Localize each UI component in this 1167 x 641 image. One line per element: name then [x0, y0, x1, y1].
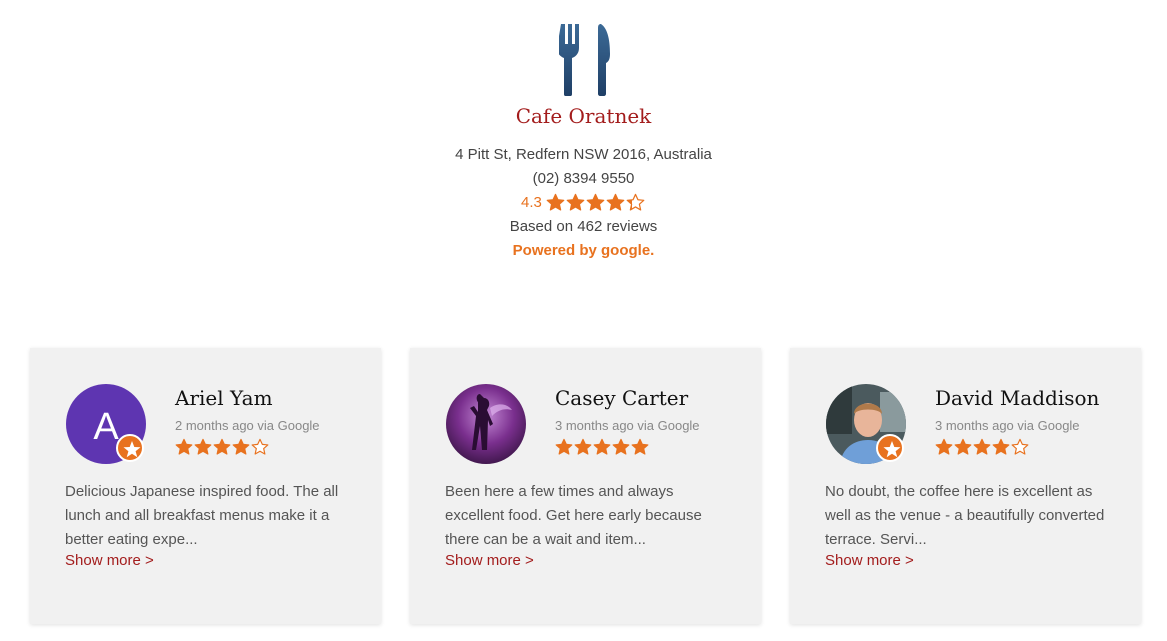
- rating-value: 4.3: [520, 194, 542, 211]
- avatar-letter: A: [93, 406, 119, 448]
- review-count: Based on 462 reviews: [509, 218, 658, 235]
- star-filled-icon: [606, 193, 625, 211]
- star-filled-icon: [175, 438, 193, 455]
- badge-star-icon: [876, 434, 904, 462]
- business-phone: (02) 8394 9550: [532, 170, 635, 187]
- show-more-link[interactable]: Show more >: [445, 552, 534, 569]
- review-stars: [555, 438, 650, 461]
- reviewer-name: David Maddison: [935, 386, 1100, 410]
- review-meta: 2 months ago via Google: [175, 418, 320, 433]
- star-filled-icon: [612, 438, 630, 455]
- review-text: Been here a few times and always excelle…: [445, 483, 702, 548]
- star-filled-icon: [213, 438, 231, 455]
- star-filled-icon: [574, 438, 592, 455]
- show-more-link[interactable]: Show more >: [65, 552, 154, 569]
- review-text: Delicious Japanese inspired food. The al…: [65, 483, 339, 548]
- show-more-link[interactable]: Show more >: [825, 552, 914, 569]
- review-card: David Maddison 3 months ago via Google N…: [790, 348, 1141, 624]
- star-filled-icon: [194, 438, 212, 455]
- avatar: [446, 384, 526, 464]
- review-meta: 3 months ago via Google: [555, 418, 700, 433]
- star-filled-icon: [232, 438, 250, 455]
- star-empty-icon: [1011, 438, 1029, 455]
- star-filled-icon: [935, 438, 953, 455]
- badge-star-icon: [116, 434, 144, 462]
- business-rating: 4.3: [0, 193, 1167, 212]
- business-name: Cafe Oratnek: [515, 104, 652, 128]
- star-filled-icon: [954, 438, 972, 455]
- star-filled-icon: [586, 193, 605, 211]
- review-stars: [175, 438, 270, 461]
- review-meta: 3 months ago via Google: [935, 418, 1080, 433]
- star-empty-icon: [251, 438, 269, 455]
- review-stars: [935, 438, 1030, 461]
- rating-stars: [546, 193, 646, 212]
- star-filled-icon: [555, 438, 573, 455]
- star-filled-icon: [992, 438, 1010, 455]
- star-filled-icon: [593, 438, 611, 455]
- review-text: No doubt, the coffee here is excellent a…: [825, 483, 1105, 548]
- review-card: A Ariel Yam 2 months ago via Google Deli…: [30, 348, 381, 624]
- review-card: Casey Carter 3 months ago via Google Bee…: [410, 348, 761, 624]
- fork-knife-icon: [559, 24, 610, 96]
- reviewer-name: Ariel Yam: [175, 386, 273, 410]
- star-filled-icon: [566, 193, 585, 211]
- reviewer-name: Casey Carter: [555, 386, 689, 410]
- star-half-icon: [626, 193, 645, 211]
- star-filled-icon: [631, 438, 649, 455]
- star-filled-icon: [546, 193, 565, 211]
- powered-by-google: Powered by google.: [512, 242, 655, 259]
- business-address: 4 Pitt St, Redfern NSW 2016, Australia: [455, 146, 712, 163]
- star-filled-icon: [973, 438, 991, 455]
